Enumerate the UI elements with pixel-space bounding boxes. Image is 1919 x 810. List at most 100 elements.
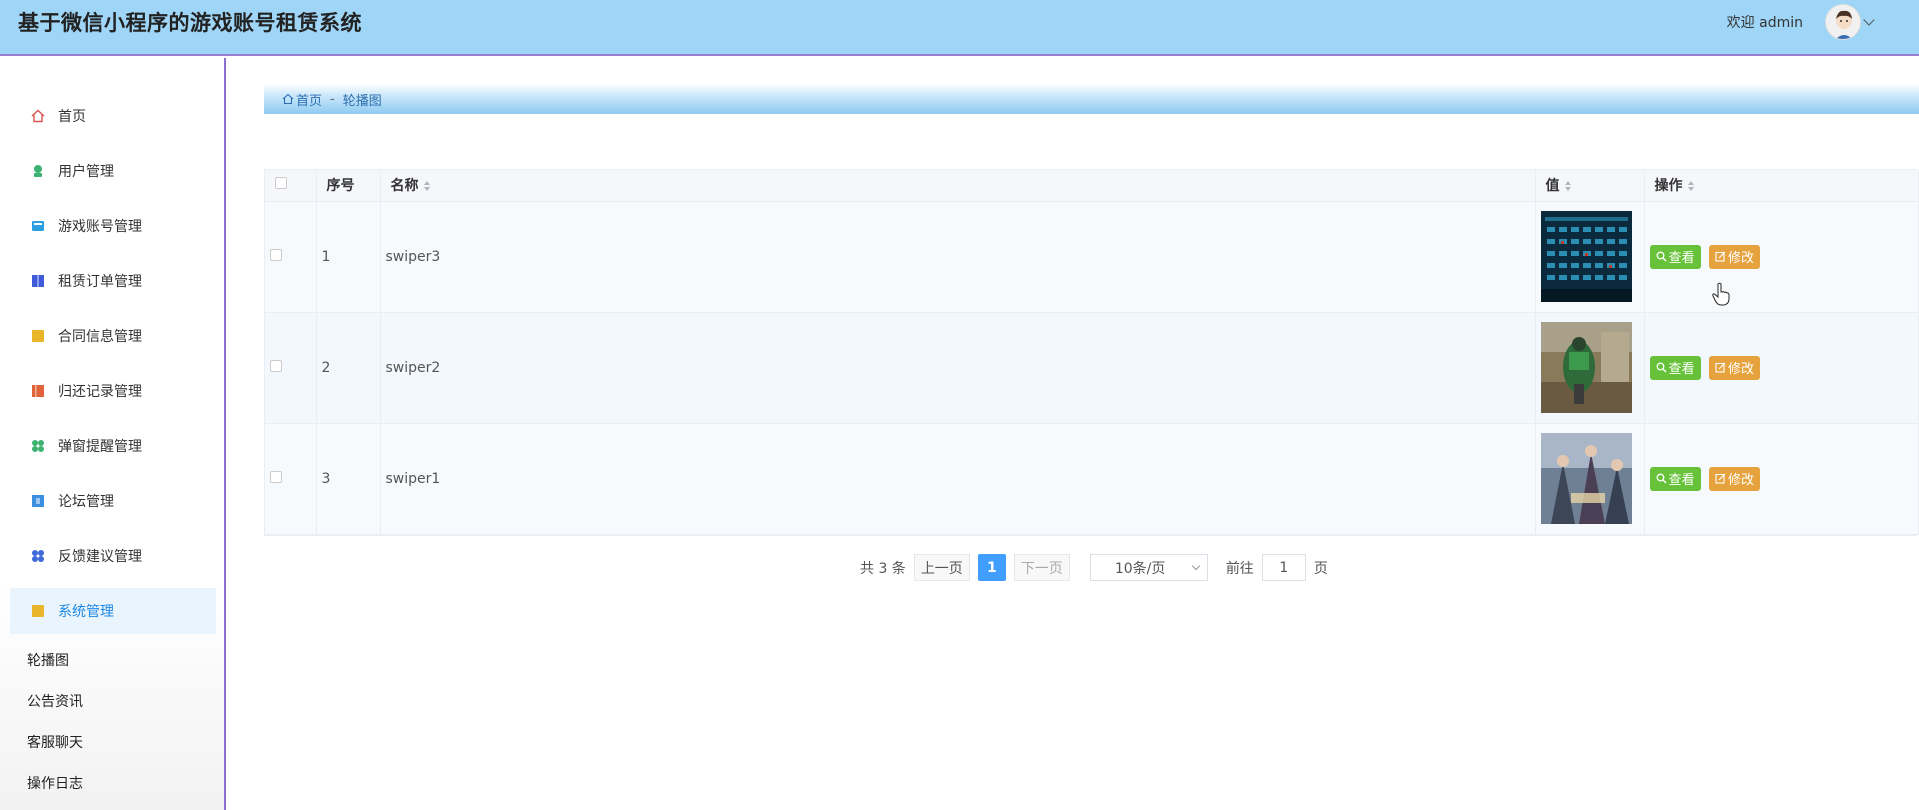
return-record-icon bbox=[30, 383, 46, 399]
chevron-down-icon bbox=[1191, 561, 1201, 571]
view-button-label: 查看 bbox=[1668, 473, 1695, 488]
edit-button-label: 修改 bbox=[1727, 362, 1754, 377]
table-row: 2 swiper2 查看 修改 bbox=[265, 312, 1919, 424]
feedback-icon bbox=[30, 548, 46, 564]
column-header-value[interactable]: 值 bbox=[1535, 170, 1645, 202]
sidebar-item-forum[interactable]: 论坛管理 bbox=[10, 478, 216, 524]
row-checkbox[interactable] bbox=[270, 359, 282, 372]
column-header-label: 操作 bbox=[1654, 178, 1683, 195]
row-name: swiper2 bbox=[380, 312, 1536, 424]
table-row: 1 swiper3 查看 修改 bbox=[265, 201, 1919, 313]
home-icon bbox=[282, 93, 294, 105]
sidebar-subitem-operation-log[interactable]: 操作日志 bbox=[27, 773, 83, 793]
edit-icon bbox=[1715, 251, 1726, 262]
sidebar-item-label: 游戏账号管理 bbox=[58, 219, 142, 235]
row-index: 1 bbox=[316, 201, 381, 313]
next-page-button[interactable]: 下一页 bbox=[1013, 554, 1070, 581]
pagination-total: 共 3 条 bbox=[860, 560, 906, 577]
view-button-label: 查看 bbox=[1668, 251, 1695, 266]
row-index: 2 bbox=[316, 312, 381, 424]
sidebar-item-label: 合同信息管理 bbox=[58, 329, 142, 345]
search-icon bbox=[1656, 362, 1666, 373]
contract-icon bbox=[30, 328, 46, 344]
page-number-current[interactable]: 1 bbox=[977, 554, 1006, 581]
row-actions: 查看 修改 bbox=[1644, 312, 1919, 424]
sidebar-item-label: 归还记录管理 bbox=[58, 384, 142, 400]
column-header-actions[interactable]: 操作 bbox=[1644, 170, 1919, 202]
user-avatar-icon bbox=[1826, 5, 1860, 39]
view-button-label: 查看 bbox=[1668, 362, 1695, 377]
column-header-index: 序号 bbox=[316, 170, 381, 202]
sidebar-item-label: 系统管理 bbox=[58, 604, 114, 620]
edit-button[interactable]: 修改 bbox=[1708, 466, 1760, 491]
top-header: 基于微信小程序的游戏账号租赁系统 欢迎 admin bbox=[0, 0, 1919, 56]
app-title: 基于微信小程序的游戏账号租赁系统 bbox=[18, 11, 362, 35]
sidebar: 首页 用户管理 游戏账号管理 租赁订单管理 合同信息管理 归还记录管理 弹窗提醒… bbox=[0, 58, 226, 810]
row-select-cell bbox=[265, 201, 317, 313]
sidebar-subitem-customer-chat[interactable]: 客服聊天 bbox=[27, 732, 83, 752]
game-account-icon bbox=[30, 218, 46, 234]
sidebar-item-label: 首页 bbox=[58, 109, 86, 125]
sidebar-item-orders[interactable]: 租赁订单管理 bbox=[10, 258, 216, 304]
edit-button[interactable]: 修改 bbox=[1708, 244, 1760, 269]
view-button[interactable]: 查看 bbox=[1649, 466, 1701, 491]
edit-button[interactable]: 修改 bbox=[1708, 355, 1760, 380]
row-image-cell bbox=[1535, 423, 1645, 535]
goto-label: 前往 bbox=[1225, 560, 1254, 577]
sort-icon[interactable] bbox=[1687, 180, 1694, 192]
prev-page-button[interactable]: 上一页 bbox=[913, 554, 970, 581]
sidebar-item-game-accounts[interactable]: 游戏账号管理 bbox=[10, 203, 216, 249]
row-checkbox[interactable] bbox=[270, 248, 282, 261]
avatar[interactable] bbox=[1825, 4, 1861, 40]
system-icon bbox=[30, 603, 46, 619]
edit-button-label: 修改 bbox=[1727, 473, 1754, 488]
sidebar-item-label: 租赁订单管理 bbox=[58, 274, 142, 290]
select-all-checkbox[interactable] bbox=[275, 177, 287, 190]
sidebar-item-users[interactable]: 用户管理 bbox=[10, 148, 216, 194]
column-header-label: 名称 bbox=[390, 178, 419, 195]
goto-page-input[interactable]: 1 bbox=[1261, 554, 1306, 581]
sidebar-item-return-records[interactable]: 归还记录管理 bbox=[10, 368, 216, 414]
row-checkbox[interactable] bbox=[270, 470, 282, 483]
sort-icon[interactable] bbox=[423, 180, 430, 192]
sidebar-item-label: 弹窗提醒管理 bbox=[58, 439, 142, 455]
edit-icon bbox=[1715, 362, 1726, 373]
sidebar-subitem-carousel[interactable]: 轮播图 bbox=[27, 650, 69, 670]
carousel-thumbnail[interactable] bbox=[1540, 322, 1632, 413]
view-button[interactable]: 查看 bbox=[1649, 244, 1701, 269]
sidebar-item-popup-reminders[interactable]: 弹窗提醒管理 bbox=[10, 423, 216, 469]
chevron-down-icon[interactable] bbox=[1863, 14, 1875, 26]
row-select-cell bbox=[265, 423, 317, 535]
table-row: 3 swiper1 查看 修改 bbox=[265, 423, 1919, 535]
select-all-cell bbox=[265, 170, 317, 202]
carousel-thumbnail[interactable] bbox=[1540, 433, 1632, 524]
carousel-thumbnail[interactable] bbox=[1540, 211, 1632, 302]
breadcrumb: 首页 - 轮播图 bbox=[264, 84, 1919, 114]
carousel-table: 序号 名称 值 操作 1 swiper3 查看 修改 2 swiper2 查看 … bbox=[264, 169, 1919, 536]
sidebar-item-contracts[interactable]: 合同信息管理 bbox=[10, 313, 216, 359]
sidebar-item-system[interactable]: 系统管理 bbox=[10, 588, 216, 634]
column-header-name[interactable]: 名称 bbox=[380, 170, 1536, 202]
row-name: swiper3 bbox=[380, 201, 1536, 313]
breadcrumb-home[interactable]: 首页 bbox=[296, 90, 322, 109]
order-icon bbox=[30, 273, 46, 289]
popup-icon bbox=[30, 438, 46, 454]
sidebar-item-feedback[interactable]: 反馈建议管理 bbox=[10, 533, 216, 579]
sort-icon[interactable] bbox=[1564, 180, 1571, 192]
forum-icon bbox=[30, 493, 46, 509]
row-actions: 查看 修改 bbox=[1644, 423, 1919, 535]
breadcrumb-separator: - bbox=[330, 91, 335, 107]
view-button[interactable]: 查看 bbox=[1649, 355, 1701, 380]
sidebar-item-label: 反馈建议管理 bbox=[58, 549, 142, 565]
pagination: 共 3 条 上一页 1 下一页 10条/页 前往 1 页 bbox=[860, 554, 1328, 581]
page-size-value: 10条/页 bbox=[1114, 560, 1166, 577]
sidebar-item-home[interactable]: 首页 bbox=[10, 93, 216, 139]
welcome-text: 欢迎 admin bbox=[1726, 15, 1803, 31]
sidebar-subitem-announcements[interactable]: 公告资讯 bbox=[27, 691, 83, 711]
table-header-row: 序号 名称 值 操作 bbox=[265, 170, 1919, 202]
page-unit-label: 页 bbox=[1313, 560, 1328, 577]
row-image-cell bbox=[1535, 201, 1645, 313]
breadcrumb-current: 轮播图 bbox=[342, 93, 382, 109]
page-size-select[interactable]: 10条/页 bbox=[1089, 554, 1208, 581]
home-icon bbox=[30, 108, 46, 124]
